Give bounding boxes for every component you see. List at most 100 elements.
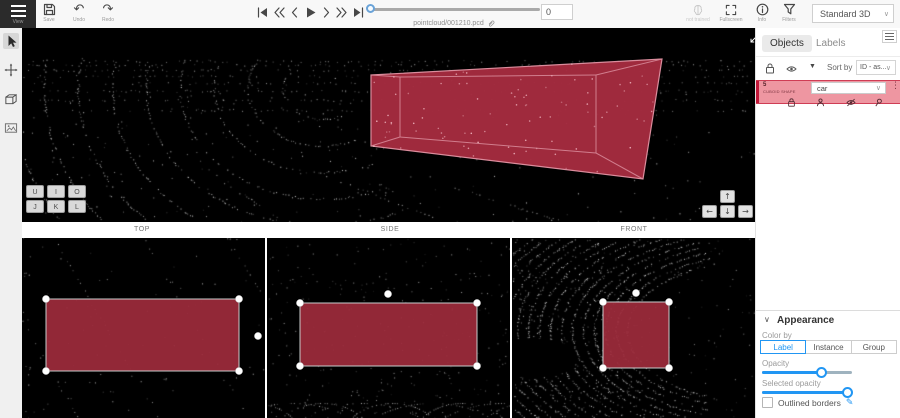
cuboid-tool-button[interactable] [3, 91, 19, 107]
sort-by-label: Sort by [827, 63, 852, 72]
outlined-borders-row: Outlined borders ✎ [762, 397, 853, 408]
skip-end-button[interactable] [352, 6, 365, 19]
rotation-handle [632, 289, 639, 296]
object-list-item[interactable]: 5 CUBOID SHAPE car ∨ ⋮ [756, 80, 900, 104]
panel-tabs: Objects Labels [756, 32, 900, 57]
main-3d-viewport[interactable]: U I O J K L ↑ ← ↓ → [22, 28, 755, 222]
edit-pencil-icon[interactable]: ✎ [846, 398, 854, 408]
hide-all-icon[interactable] [786, 61, 797, 79]
key-hint-k[interactable]: K [47, 200, 65, 213]
key-hint-j[interactable]: J [26, 200, 44, 213]
object-lock-icon[interactable] [787, 94, 796, 112]
cuboid-icon [4, 92, 18, 106]
key-hint-l[interactable]: L [68, 200, 86, 213]
expand-collapse-icon[interactable]: ▼ [809, 63, 816, 70]
arrow-down-button[interactable]: ↓ [720, 205, 735, 218]
key-hint-u[interactable]: U [26, 185, 44, 198]
rotation-handle [254, 332, 261, 339]
redo-button[interactable]: ↷ Redo [93, 3, 123, 23]
top-view-annotation [22, 238, 265, 418]
move-tool-button[interactable] [3, 62, 19, 78]
color-by-group-button[interactable]: Group [852, 340, 897, 354]
play-button[interactable] [304, 6, 317, 19]
outlined-borders-checkbox[interactable] [762, 397, 773, 408]
brain-icon [683, 3, 713, 16]
top-ortho-view[interactable] [22, 238, 265, 418]
fast-rewind-button[interactable] [272, 6, 285, 19]
mode-select-value: Standard 3D [820, 9, 884, 19]
appearance-section: ∨ Appearance Color by Label Instance Gro… [756, 310, 900, 311]
info-button[interactable]: Info [747, 3, 777, 23]
undo-button[interactable]: ↶ Undo [64, 3, 94, 23]
chevron-down-icon: ∨ [764, 315, 770, 324]
outlined-borders-label: Outlined borders [778, 398, 841, 408]
object-menu-icon[interactable]: ⋮ [891, 81, 900, 91]
object-class-value: car [817, 84, 876, 93]
opacity-label: Opacity [762, 359, 789, 368]
select-tool-button[interactable] [3, 33, 19, 49]
timeline-slider-knob[interactable] [366, 4, 375, 13]
lock-all-icon[interactable] [765, 61, 775, 79]
appearance-header[interactable]: ∨ Appearance [756, 314, 900, 328]
object-class-select[interactable]: car ∨ [811, 82, 886, 94]
opacity-slider[interactable] [762, 371, 852, 374]
skip-start-button[interactable] [256, 6, 269, 19]
key-hint-i[interactable]: I [47, 185, 65, 198]
save-icon [34, 3, 64, 16]
main-menu-button[interactable]: View [0, 0, 36, 28]
chevron-down-icon: ∨ [876, 84, 881, 92]
image-view-tool-button[interactable] [3, 120, 19, 136]
image-icon [4, 121, 18, 135]
color-by-group: Label Instance Group [760, 340, 897, 354]
fullscreen-icon [716, 3, 746, 16]
opacity-slider-knob[interactable] [816, 367, 827, 378]
chevron-down-icon: ∨ [884, 10, 889, 18]
previous-frame-button[interactable] [288, 6, 301, 19]
color-by-instance-button[interactable]: Instance [806, 340, 851, 354]
sort-select-value: ID - as... [860, 64, 886, 71]
selected-opacity-slider-fill [762, 391, 848, 394]
not-trained-status: not trained [683, 3, 713, 23]
object-user-icon[interactable] [816, 94, 825, 112]
fullscreen-button[interactable]: Fullscreen [716, 3, 746, 23]
move-icon [4, 63, 18, 77]
filters-button[interactable]: Filters [774, 3, 804, 23]
chevron-down-icon: ∨ [886, 64, 891, 72]
front-ortho-view[interactable] [512, 238, 755, 418]
playback-controls [256, 6, 365, 19]
object-hide-icon[interactable] [846, 94, 856, 112]
cursor-icon [4, 34, 18, 48]
side-view-box[interactable] [300, 303, 477, 366]
tab-objects[interactable]: Objects [762, 35, 812, 52]
object-accent-bar [756, 81, 759, 103]
arrow-up-button[interactable]: ↑ [720, 190, 735, 203]
timeline-slider[interactable] [368, 8, 540, 11]
filter-icon [774, 3, 804, 16]
tab-labels[interactable]: Labels [808, 35, 853, 52]
selected-opacity-slider[interactable] [762, 391, 852, 394]
sort-select[interactable]: ID - as... ∨ [856, 60, 896, 75]
side-view-label: SIDE [365, 226, 415, 233]
info-icon [747, 3, 777, 16]
opacity-slider-fill [762, 371, 822, 374]
frame-number-input[interactable] [541, 4, 573, 20]
top-view-box[interactable] [46, 299, 239, 371]
side-ortho-view[interactable] [267, 238, 510, 418]
mode-select[interactable]: Standard 3D ∨ [812, 4, 894, 23]
object-pin-icon[interactable] [874, 94, 883, 112]
annotation-app: View Save ↶ Undo ↷ Redo [0, 0, 900, 418]
front-view-box[interactable] [603, 302, 669, 368]
next-frame-button[interactable] [320, 6, 333, 19]
arrow-left-button[interactable]: ← [702, 205, 717, 218]
fast-forward-button[interactable] [336, 6, 349, 19]
key-hint-o[interactable]: O [68, 185, 86, 198]
arrow-right-button[interactable]: → [738, 205, 753, 218]
color-by-label-button[interactable]: Label [760, 340, 806, 354]
save-button[interactable]: Save [34, 3, 64, 23]
filename: pointcloud/001210.pcd [413, 20, 483, 27]
right-panel: Objects Labels ▼ Sort by ID - as... ∨ 5 … [755, 28, 900, 418]
selected-opacity-label: Selected opacity [762, 379, 821, 388]
top-toolbar: View Save ↶ Undo ↷ Redo [0, 0, 900, 29]
tool-sidebar [0, 28, 23, 418]
undo-icon: ↶ [64, 3, 94, 16]
